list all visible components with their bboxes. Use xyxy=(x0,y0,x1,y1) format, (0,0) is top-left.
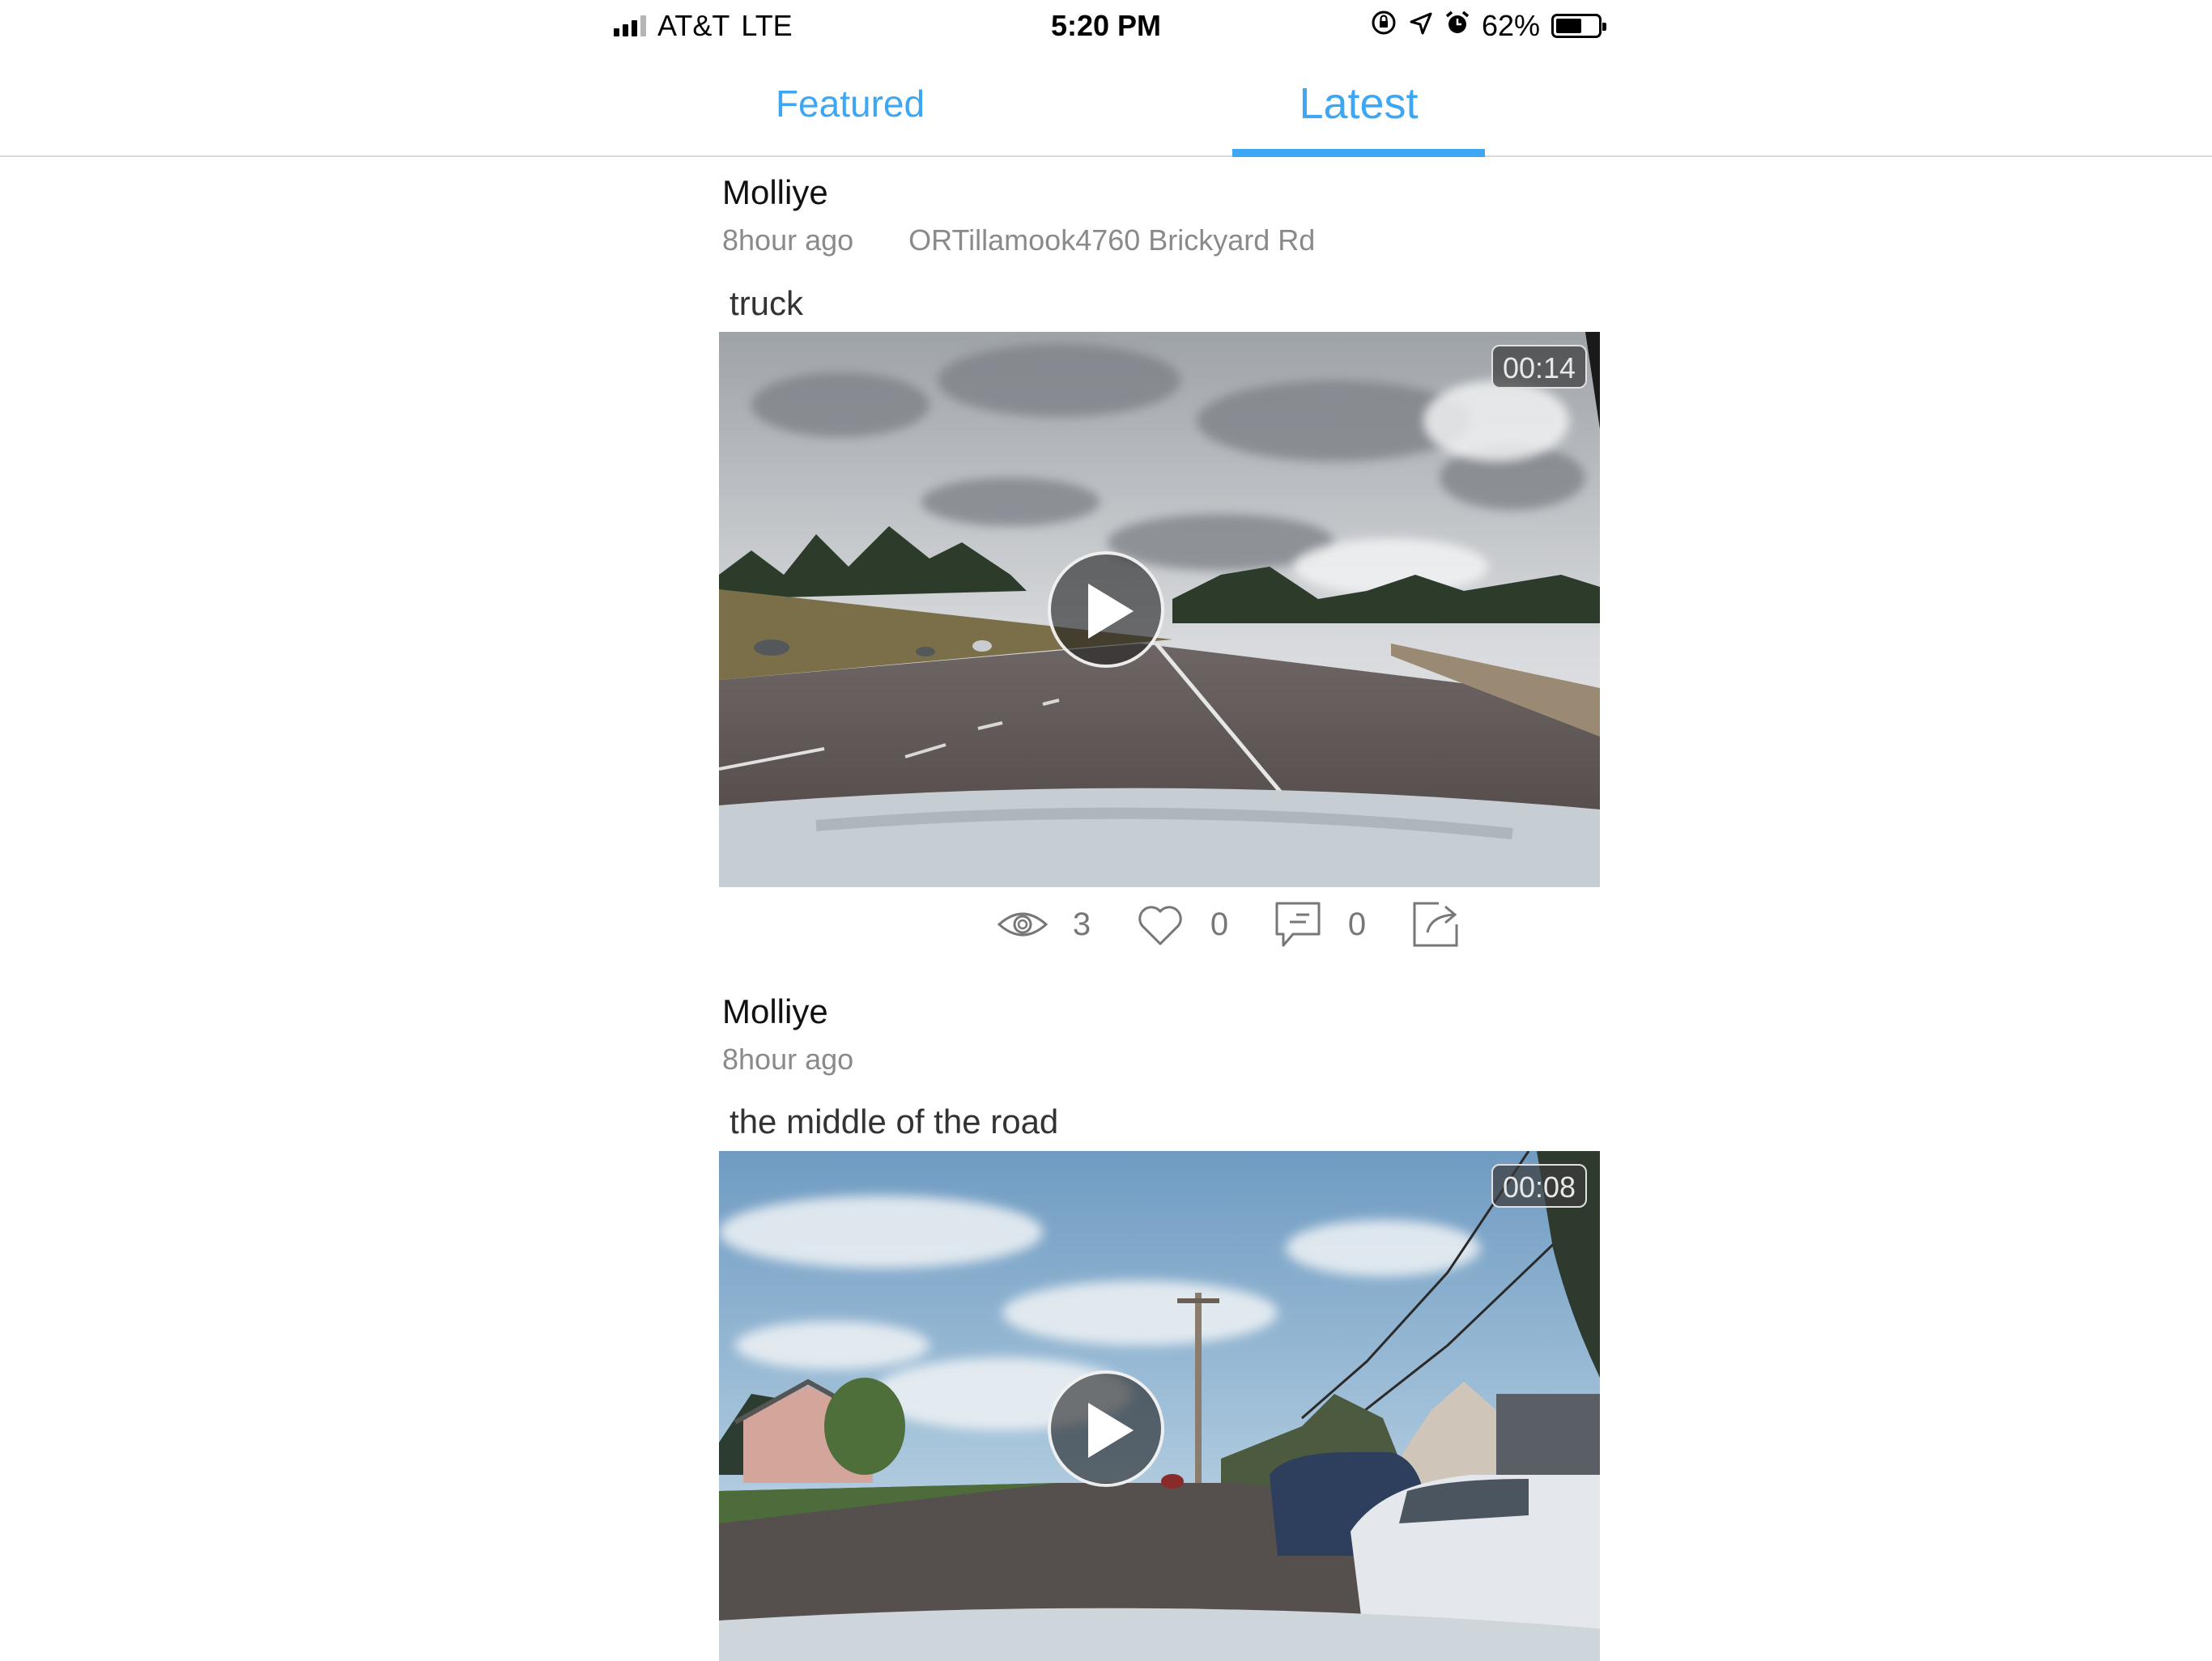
video-thumbnail[interactable]: 00:14 xyxy=(719,332,1600,887)
tab-featured[interactable]: Featured xyxy=(761,65,939,155)
orientation-lock-icon xyxy=(1370,9,1397,44)
video-duration-badge: 00:14 xyxy=(1491,345,1587,389)
like-count: 0 xyxy=(1210,906,1229,942)
post-author[interactable]: Molliye xyxy=(722,173,828,212)
comment-count: 0 xyxy=(1347,906,1367,942)
status-time: 5:20 PM xyxy=(1050,9,1162,42)
play-button[interactable] xyxy=(1048,1370,1164,1487)
post-author[interactable]: Molliye xyxy=(722,992,828,1031)
post-meta: 8hour ago ORTillamook4760 Brickyard Rd xyxy=(722,223,1315,257)
tab-latest[interactable]: Latest xyxy=(1232,65,1485,157)
location-arrow-icon xyxy=(1409,9,1433,43)
post-actions: 3 0 0 xyxy=(994,892,1464,957)
play-icon xyxy=(1088,1403,1134,1458)
play-icon xyxy=(1088,584,1134,639)
status-right: 62% xyxy=(1370,8,1606,44)
post-time: 8hour ago xyxy=(722,223,854,257)
video-duration-badge: 00:08 xyxy=(1491,1164,1587,1208)
video-thumbnail[interactable]: 00:08 xyxy=(719,1151,1600,1661)
comment-icon[interactable] xyxy=(1270,896,1326,953)
alarm-icon xyxy=(1444,9,1470,43)
heart-icon[interactable] xyxy=(1132,896,1189,953)
battery-percent: 62% xyxy=(1481,9,1540,42)
post-meta: 8hour ago xyxy=(722,1043,853,1077)
tab-latest-label: Latest xyxy=(1299,79,1419,128)
play-button[interactable] xyxy=(1048,551,1164,668)
view-count: 3 xyxy=(1072,906,1091,942)
tab-selected-indicator xyxy=(1232,149,1485,157)
post-location: ORTillamook4760 Brickyard Rd xyxy=(908,223,1316,257)
post-time: 8hour ago xyxy=(722,1043,854,1076)
status-bar: AT&T LTE 5:20 PM 62% xyxy=(0,0,2212,53)
post-caption: o truck xyxy=(719,284,804,322)
share-icon[interactable] xyxy=(1407,896,1464,953)
eye-icon[interactable] xyxy=(994,896,1051,953)
tab-bar: Featured Latest xyxy=(0,57,2212,157)
battery-icon xyxy=(1551,14,1606,38)
post-caption: n the middle of the road xyxy=(719,1102,1059,1141)
